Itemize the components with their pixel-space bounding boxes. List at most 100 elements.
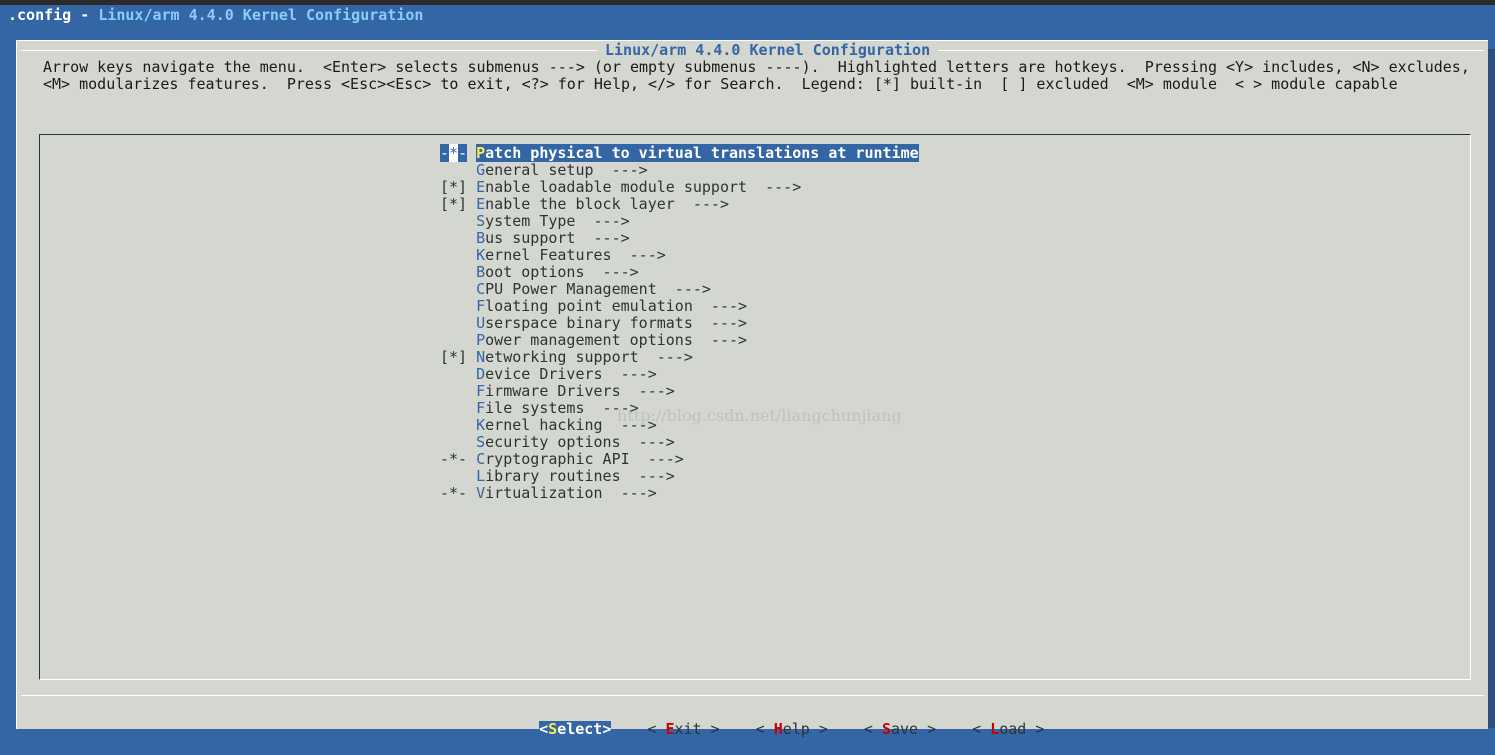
menu-item[interactable]: Power management options ---> [440, 332, 919, 349]
menu-item-state-left: - [440, 144, 450, 162]
menu-item-hotkey: D [476, 365, 486, 383]
help-line-2: <M> modularizes features. Press <Esc><Es… [43, 75, 1398, 93]
help-button[interactable]: < Help > [756, 721, 828, 738]
menu-item-gap [467, 433, 476, 451]
menu-item-hotkey: E [476, 178, 486, 196]
menu-item-hotkey: K [476, 416, 486, 434]
menu-item-state[interactable] [440, 314, 467, 332]
menu-item-gap [467, 331, 476, 349]
menu-item-gap [467, 280, 476, 298]
menu-item[interactable]: [*] Enable the block layer ---> [440, 196, 919, 213]
menu-item-state[interactable] [440, 161, 467, 179]
menu-item-label-wrap: Patch physical to virtual translations a… [476, 144, 919, 162]
menu-item-label-wrap: Kernel Features [476, 246, 611, 264]
exit-button[interactable]: < Exit > [647, 721, 719, 738]
menu-item-label-wrap: Virtualization [476, 484, 602, 502]
menu-item[interactable]: Library routines ---> [440, 468, 919, 485]
menu-item[interactable]: Bus support ---> [440, 230, 919, 247]
help-button-open: < [755, 720, 774, 738]
submenu-arrow: ---> [602, 365, 657, 383]
menu-item-state[interactable]: -*- [440, 144, 468, 162]
load-button-hotkey: L [990, 720, 1000, 738]
menu-item-label-wrap: General setup [476, 161, 593, 179]
menu-item[interactable]: System Type ---> [440, 213, 919, 230]
menu-item-state[interactable] [440, 382, 467, 400]
submenu-arrow: ---> [629, 450, 684, 468]
menu-item-state[interactable] [440, 297, 467, 315]
menu-item-hotkey: U [476, 314, 486, 332]
menu-item-state[interactable] [440, 331, 467, 349]
menu-item[interactable]: [*] Enable loadable module support ---> [440, 179, 919, 196]
menu-item-gap [467, 195, 476, 213]
menu-item[interactable]: -*- Cryptographic API ---> [440, 451, 919, 468]
menu-item-state[interactable] [440, 416, 467, 434]
menu-item-state[interactable]: -*- [440, 450, 467, 468]
menu-item-state[interactable] [440, 263, 467, 281]
submenu-arrow: ---> [747, 178, 802, 196]
menu-item[interactable]: -*- Virtualization ---> [440, 485, 919, 502]
menu-item-label-wrap: Floating point emulation [476, 297, 693, 315]
menu-item[interactable]: Userspace binary formats ---> [440, 315, 919, 332]
submenu-arrow: ---> [620, 467, 675, 485]
menu-item[interactable]: Kernel Features ---> [440, 247, 919, 264]
save-button-hotkey: S [881, 720, 891, 738]
submenu-arrow: ---> [656, 280, 711, 298]
menu-item[interactable]: Boot options ---> [440, 264, 919, 281]
menu-item[interactable]: CPU Power Management ---> [440, 281, 919, 298]
menu-item-gap [467, 365, 476, 383]
menu-item-hotkey: S [476, 212, 486, 230]
menu-item-state[interactable] [440, 212, 467, 230]
load-button-label: oad [999, 720, 1027, 738]
menu-item-state[interactable] [440, 246, 467, 264]
menu-item-label-wrap: System Type [476, 212, 575, 230]
select-button[interactable]: <Select> [539, 721, 612, 738]
menu-item-hotkey: B [476, 229, 486, 247]
menu-item[interactable]: General setup ---> [440, 162, 919, 179]
menu-item-label-wrap: Security options [476, 433, 621, 451]
save-button[interactable]: < Save > [864, 721, 936, 738]
exit-button-open: < [647, 720, 666, 738]
window-title-prefix: .config - [8, 6, 99, 24]
menu-item-state[interactable]: [*] [440, 195, 467, 213]
menu-item-label-wrap: Kernel hacking [476, 416, 602, 434]
menu-item-label: PU Power Management [485, 280, 657, 298]
menu-item-gap [467, 399, 476, 417]
menu-item-state[interactable]: [*] [440, 178, 467, 196]
menu-item-label: ystem Type [485, 212, 576, 230]
menu-item-state[interactable] [440, 280, 467, 298]
menu-item-state[interactable] [440, 229, 467, 247]
menu-item-gap [467, 229, 476, 247]
menu-item-gap [467, 382, 476, 400]
menu-item-state[interactable] [440, 433, 467, 451]
menu-item[interactable]: [*] Networking support ---> [440, 349, 919, 366]
menu-item-label-wrap: Boot options [476, 263, 584, 281]
menu-item-label-wrap: Enable loadable module support [476, 178, 747, 196]
menu-item-gap [467, 297, 476, 315]
help-button-close: > [809, 720, 828, 738]
menu-item[interactable]: -*- Patch physical to virtual translatio… [440, 144, 919, 162]
help-text: Arrow keys navigate the menu. <Enter> se… [43, 59, 1470, 93]
menu-item-label-wrap: Enable the block layer [476, 195, 675, 213]
menu-item-label: nable loadable module support [485, 178, 748, 196]
menu-item-state-right: - [458, 144, 468, 162]
menu-item-state[interactable] [440, 399, 467, 417]
load-button[interactable]: < Load > [972, 721, 1044, 738]
submenu-arrow: ---> [638, 348, 693, 366]
menu-item-state[interactable] [440, 467, 467, 485]
menu-item-state[interactable]: [*] [440, 348, 467, 366]
menu-item-label-wrap: Firmware Drivers [476, 382, 621, 400]
exit-button-label: xit [674, 720, 702, 738]
menu-item-label: loating point emulation [485, 297, 693, 315]
menu-item-hotkey: L [476, 467, 486, 485]
menu-item-gap [467, 348, 476, 366]
menu-item[interactable]: Security options ---> [440, 434, 919, 451]
menu-item-state[interactable]: -*- [440, 484, 467, 502]
menu-item[interactable]: Device Drivers ---> [440, 366, 919, 383]
help-button-label: elp [782, 720, 810, 738]
menu-item-gap [467, 246, 476, 264]
menu-item[interactable]: Floating point emulation ---> [440, 298, 919, 315]
submenu-arrow: ---> [692, 297, 748, 315]
menu-item-state[interactable] [440, 365, 467, 383]
menu-item[interactable]: Firmware Drivers ---> [440, 383, 919, 400]
menu-item-gap [467, 144, 476, 162]
